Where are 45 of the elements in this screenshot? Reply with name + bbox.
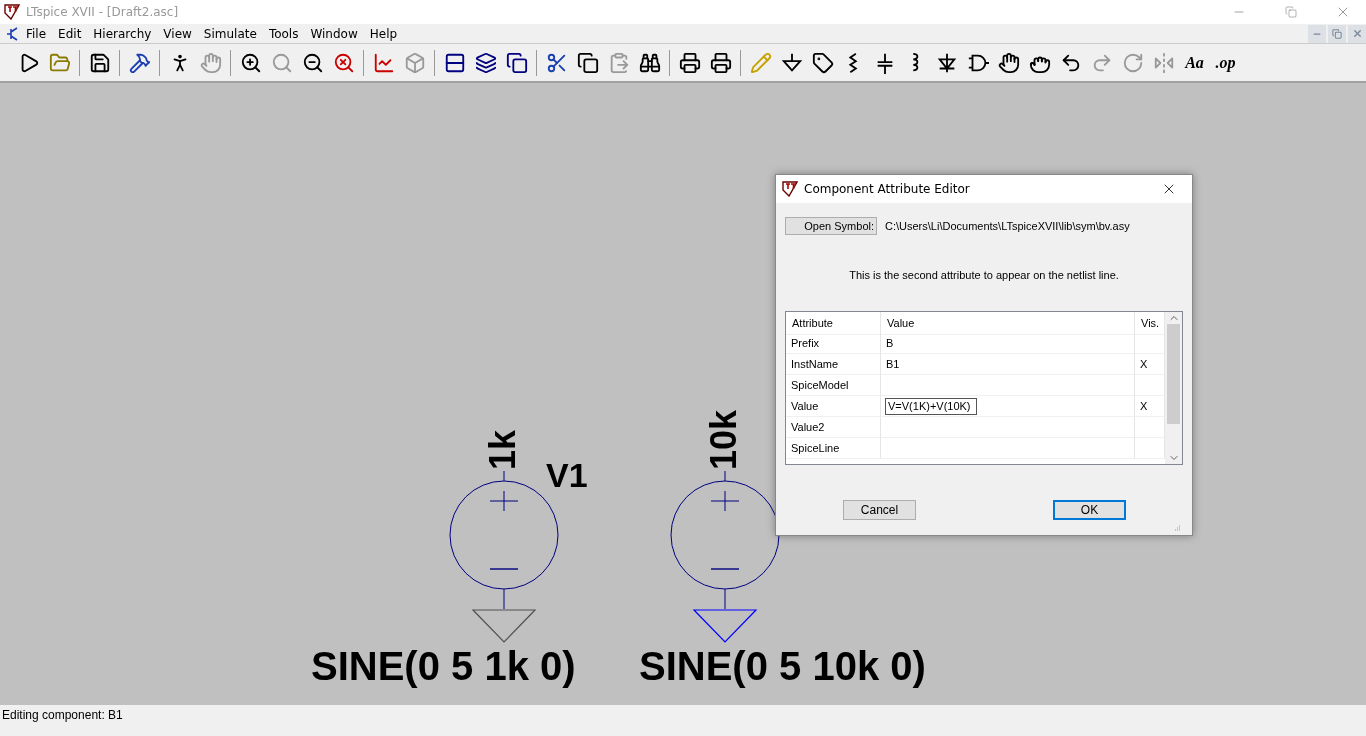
app-logo-icon <box>4 4 20 20</box>
toolbar-text-button[interactable]: Aa <box>1180 48 1209 77</box>
status-text: Editing component: B1 <box>2 708 123 722</box>
close-icon <box>1351 28 1363 39</box>
ok-button[interactable]: OK <box>1053 500 1126 520</box>
attribute-description: This is the second attribute to appear on the netlist line. <box>848 269 1120 281</box>
symbol-path: C:\Users\Li\Documents\LTspiceXVII\lib\sym\bv.asy <box>885 220 1130 232</box>
table-cell: B1 <box>881 354 1135 375</box>
component-value: 10k <box>706 409 742 470</box>
ground-symbol <box>472 609 536 643</box>
attribute-name: Value2 <box>786 417 881 438</box>
toolbar-text-button[interactable]: .op <box>1211 48 1240 77</box>
restore-icon <box>1332 28 1342 39</box>
dialog-logo-icon <box>782 181 798 197</box>
source-function: SINE(0 5 1k 0) <box>311 646 576 686</box>
component-value: 1k <box>485 429 521 470</box>
menu-item[interactable]: Edit <box>52 24 88 43</box>
menu-item[interactable]: Window <box>304 24 364 43</box>
cancel-button[interactable]: Cancel <box>843 500 916 520</box>
attribute-name: SpiceModel <box>786 375 881 396</box>
schematic-icon[interactable] <box>4 25 20 42</box>
window-title: LTspice XVII - [Draft2.asc] <box>26 5 180 19</box>
menu-item[interactable]: Tools <box>262 24 305 43</box>
open-symbol-button[interactable]: Open Symbol: <box>785 217 877 235</box>
attribute-name: Prefix <box>786 333 881 354</box>
attribute-name: SpiceLine <box>786 438 881 459</box>
menu-item[interactable]: Help <box>363 24 404 43</box>
restore-icon <box>1285 6 1297 18</box>
restore-button[interactable] <box>1328 24 1346 43</box>
menu-item[interactable]: Hierarchy <box>87 24 158 43</box>
component-name: V1 <box>546 458 588 492</box>
menu-item[interactable]: View <box>157 24 198 43</box>
menu-item[interactable]: File <box>20 24 53 43</box>
column-header[interactable]: Value <box>881 312 1135 335</box>
attribute-name: Value <box>786 396 881 417</box>
source-function: SINE(0 5 10k 0) <box>639 646 926 686</box>
column-header[interactable]: Attribute <box>786 312 881 335</box>
resize-grip-icon[interactable] <box>1173 525 1181 533</box>
attribute-name: InstName <box>786 354 881 375</box>
close-button[interactable] <box>1348 24 1366 43</box>
ground-symbol <box>693 609 757 643</box>
dialog-title: Component Attribute Editor <box>804 182 971 196</box>
table-cell: B <box>881 333 1135 354</box>
value-input-field[interactable]: V=V(1K)+V(10K) <box>885 397 977 415</box>
menu-item[interactable]: Simulate <box>197 24 263 43</box>
